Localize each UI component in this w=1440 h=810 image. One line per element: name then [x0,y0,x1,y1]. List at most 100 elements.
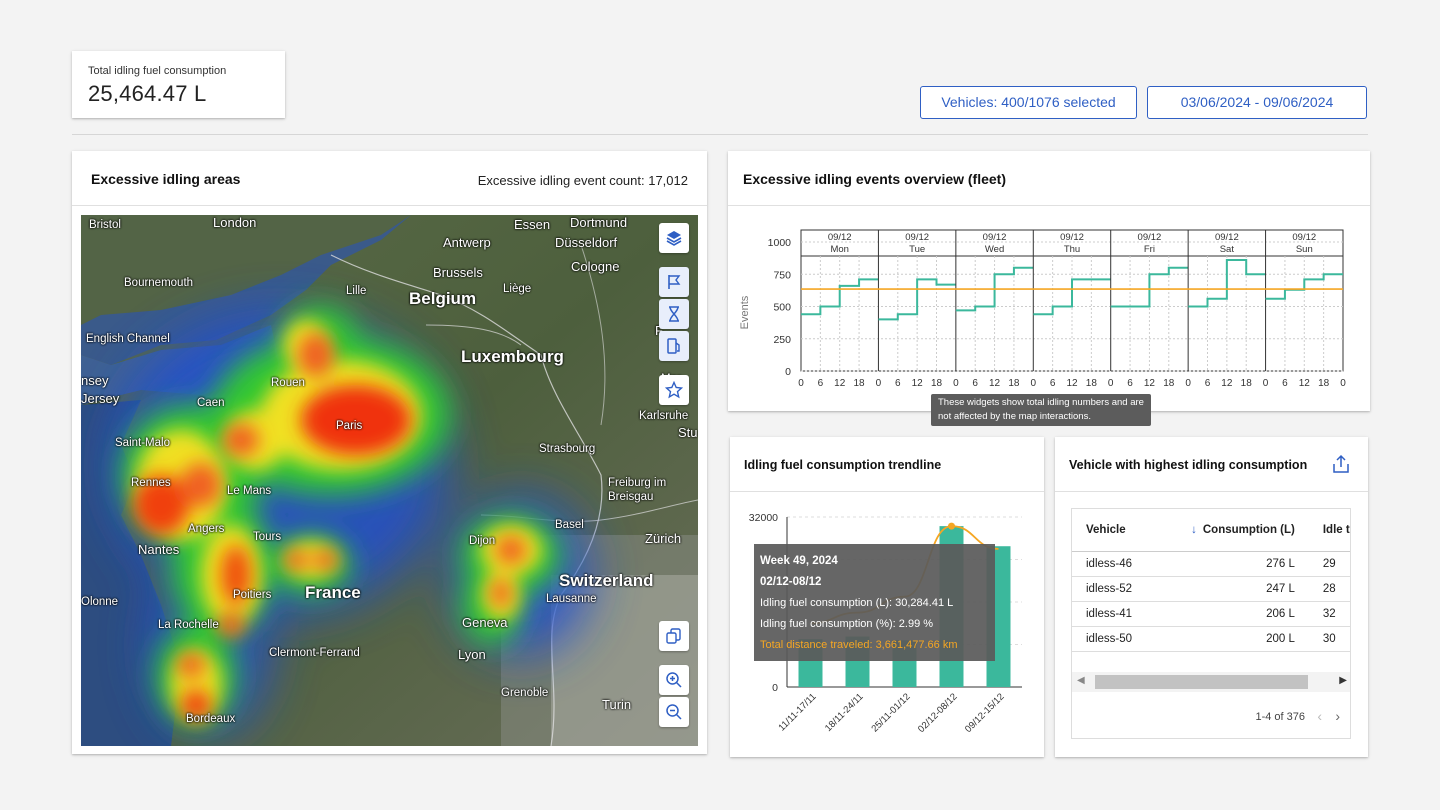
day-name: Tue [909,244,925,255]
y-tick-label: 250 [773,334,791,346]
map-label: Jersey [81,391,120,406]
map-label: Karlsruhe [639,410,689,422]
flag-icon [668,275,681,289]
tooltip-week: Week 49, 2024 [760,555,838,567]
map-label: English Channel [86,333,170,345]
scrollbar-thumb[interactable] [1095,675,1308,689]
map-label: Dijon [469,535,496,547]
vehicle-button[interactable] [659,621,689,651]
day-name: Sat [1220,244,1235,255]
map-label: Geneva [462,615,508,630]
horizontal-scrollbar[interactable]: ◀ ▶ [1072,672,1350,692]
date-range-button[interactable]: 03/06/2024 - 09/06/2024 [1147,86,1367,119]
star-icon [665,381,683,399]
map-label: Saint-Malo [115,437,170,449]
series-line-tue [878,278,956,321]
table-row[interactable]: idless-46 276 L 29 [1072,551,1350,577]
overview-title: Excessive idling events overview (fleet) [743,171,1007,187]
flag-button[interactable] [659,267,689,297]
x-tick-label: 6 [972,378,978,389]
overview-chart[interactable]: 02505007501000Events09/12Mon0 6 12 1809/12T… [728,205,1370,411]
cell-idle: 29 [1308,551,1350,577]
next-page-icon[interactable]: › [1335,708,1340,724]
cell-vehicle: idless-46 [1072,551,1158,577]
scroll-left-icon[interactable]: ◀ [1077,675,1085,686]
x-tick-label: 0 [1340,378,1346,389]
hourglass-icon [669,306,679,322]
map-label: La Rochelle [158,619,219,631]
x-tick-label: 6 [818,378,824,389]
map-label: Strasbourg [539,443,596,455]
prev-page-icon[interactable]: ‹ [1317,708,1322,724]
map-label: Antwerp [443,235,491,250]
col-consumption[interactable]: ↓ Consumption (L) [1157,509,1309,552]
x-tick-label: 12 [912,378,924,389]
x-tick-label: 0 [953,378,959,389]
x-tick-label: 0 [1185,378,1191,389]
kpi-card: Total idling fuel consumption 25,464.47 … [72,51,285,118]
table-header-row: Vehicle ↓ Consumption (L) Idle t [1072,509,1350,552]
layers-button[interactable] [659,223,689,253]
map-label: Liège [503,283,532,295]
map-label: Tours [253,531,282,543]
vehicles-table-container: Vehicle ↓ Consumption (L) Idle t idless-4… [1071,508,1351,739]
map-label: Grenoble [501,687,549,699]
heatmap-map[interactable]: Bristol London Essen Dortmund Antwerp Düsseld… [81,215,698,746]
sort-arrow-down-icon: ↓ [1191,523,1197,536]
map-label: Bordeaux [186,713,236,725]
map-label: Paris [336,420,363,432]
y-tick-label: 1000 [768,237,792,249]
event-count: Excessive idling event count: 17,012 [477,173,688,188]
hourglass-button[interactable] [659,299,689,329]
y-tick-label: 750 [773,269,791,281]
map-label: Lille [346,285,367,297]
x-tick-label: 6 [1127,378,1133,389]
table-row[interactable]: idless-52 247 L 28 [1072,576,1350,602]
vehicles-table: Vehicle ↓ Consumption (L) Idle t idless-4… [1072,509,1350,652]
zoom-in-button[interactable] [659,665,689,695]
cell-idle: 32 [1308,601,1350,627]
x-tick-label: 12 [834,378,846,389]
map-label: Luxembourg [461,347,564,366]
vehicles-filter-button[interactable]: Vehicles: 400/1076 selected [920,86,1137,119]
cell-idle: 28 [1308,576,1350,602]
map-label: Essen [514,217,551,232]
cell-consumption: 276 L [1157,551,1309,577]
x-tick-label: 0 [1031,378,1037,389]
trend-card: Idling fuel consumption trendline 32000 0… [730,437,1044,757]
x-tick-label: 18 [1086,378,1098,389]
zoom-out-button[interactable] [659,697,689,727]
map-label: Breisgau [608,491,654,503]
table-row[interactable]: idless-41 206 L 32 [1072,601,1350,627]
y-tick-label: 0 [772,682,778,694]
map-label: Rennes [131,477,171,489]
col-vehicle[interactable]: Vehicle [1072,509,1158,552]
info-tooltip: These widgets show total idling numbers … [931,394,1151,426]
y-axis-label: Events [739,295,751,329]
x-tick-label: 12 [1066,378,1078,389]
day-date: 09/12 [983,232,1007,243]
export-button[interactable] [1331,454,1351,474]
info-tooltip-line-1: These widgets show total idling numbers … [938,397,1144,408]
y-tick-label: 0 [785,366,791,378]
map-label: Caen [197,397,225,409]
cell-consumption: 247 L [1157,576,1309,602]
header-divider [72,134,1368,135]
day-name: Fri [1144,244,1155,255]
map-card-title: Excessive idling areas [91,171,241,187]
fuel-button[interactable] [659,331,689,361]
x-tick-label: 25/11-01/12 [869,691,912,734]
col-idle[interactable]: Idle t [1308,509,1350,552]
x-tick-label: 12 [1144,378,1156,389]
day-name: Wed [985,244,1004,255]
scroll-right-icon[interactable]: ▶ [1339,675,1347,686]
map-label: Düsseldorf [555,235,618,250]
favorite-button[interactable] [659,375,689,405]
map-label: Freiburg im [608,477,667,489]
x-tick-label: 12 [1221,378,1233,389]
table-row[interactable]: idless-50 200 L 30 [1072,626,1350,652]
vehicle-icon [666,628,681,644]
map-label: Clermont-Ferrand [269,647,360,659]
x-tick-label: 0 [876,378,882,389]
map-label: Bristol [89,219,121,231]
